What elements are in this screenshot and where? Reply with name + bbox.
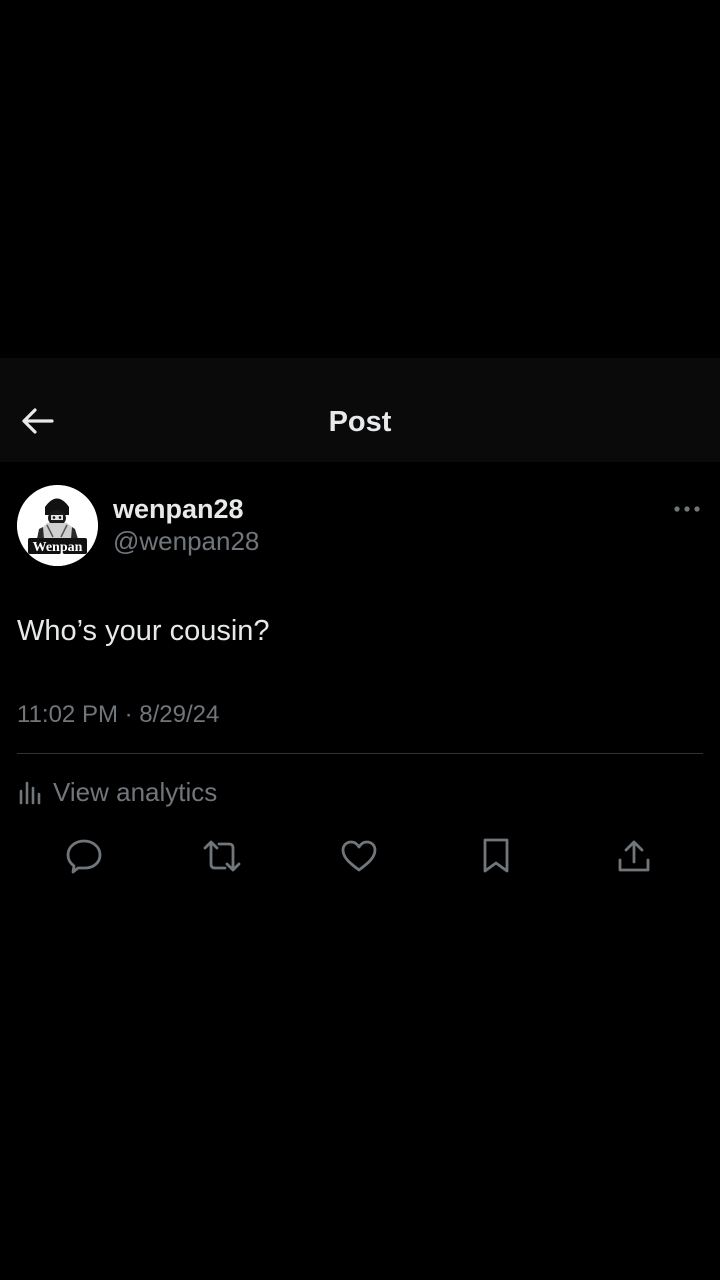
share-button[interactable] [610, 832, 658, 880]
view-analytics-label: View analytics [53, 777, 218, 807]
author-display-name[interactable]: wenpan28 [113, 492, 244, 526]
top-app-bar: Post [0, 358, 720, 462]
view-analytics-link[interactable]: View analytics [17, 772, 217, 812]
like-button[interactable] [335, 832, 383, 880]
action-bar [0, 832, 720, 880]
post-detail-screen: Post Wenpan wenpan28 @wenpan28 Who’s you… [0, 0, 720, 1280]
share-upload-icon [618, 840, 650, 872]
post-timestamp[interactable]: 11:02 PM · 8/29/24 [17, 700, 219, 730]
avatar-logo-text: Wenpan [33, 540, 83, 555]
repost-arrows-icon [203, 840, 241, 872]
speech-bubble-icon [66, 839, 102, 874]
heart-icon [341, 840, 377, 872]
reply-button[interactable] [60, 832, 108, 880]
page-title: Post [328, 406, 392, 438]
divider [17, 753, 703, 754]
bookmark-icon [483, 838, 509, 873]
avatar[interactable]: Wenpan [17, 485, 98, 566]
more-options-button[interactable] [668, 494, 706, 524]
avatar-image: Wenpan [17, 485, 98, 566]
post-text: Who’s your cousin? [17, 615, 270, 647]
bookmark-button[interactable] [472, 832, 520, 880]
more-horizontal-icon [674, 506, 700, 512]
bar-chart-icon [19, 781, 41, 805]
author-handle[interactable]: @wenpan28 [113, 525, 259, 557]
repost-button[interactable] [198, 832, 246, 880]
